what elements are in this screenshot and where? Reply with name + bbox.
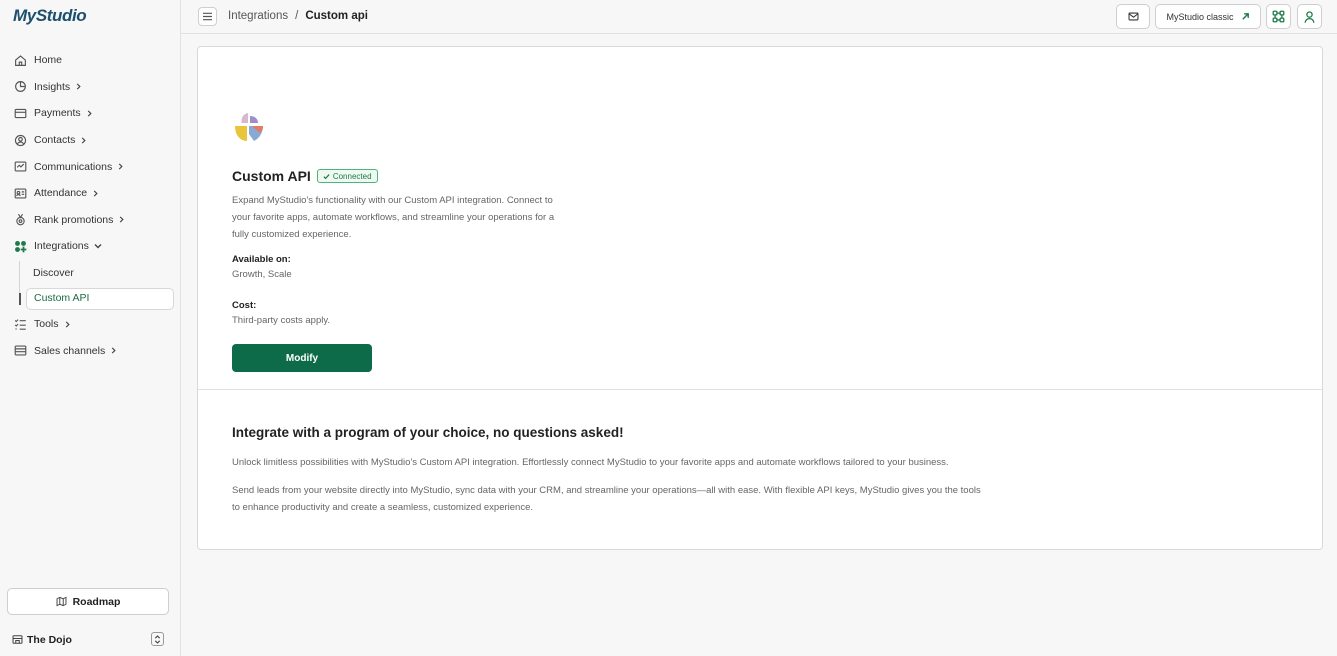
list-check-icon [13,317,27,331]
sidebar-item-label: Payments [34,107,81,120]
store-icon [12,634,23,645]
user-icon [1303,10,1316,24]
chevron-right-icon [110,347,117,354]
chevron-right-icon [92,190,99,197]
scan-icon [1272,10,1285,23]
app-logo[interactable]: MyStudio [13,6,87,26]
workspace-name: The Dojo [27,633,72,646]
integration-header: Custom API Connected [232,168,378,184]
chevron-updown-icon[interactable] [151,632,164,646]
sidebar-subitem-discover[interactable]: Discover [0,260,180,286]
sidebar-subitem-label: Discover [33,266,74,279]
custom-api-logo-icon [232,110,266,144]
map-icon [56,596,67,607]
sidebar-item-integrations[interactable]: Integrations [0,233,180,260]
info-paragraph-1: Unlock limitless possibilities with MySt… [232,457,949,468]
breadcrumb: Integrations / Custom api [228,10,368,22]
chevron-right-icon [75,83,82,90]
mail-button[interactable] [1116,4,1150,29]
workspace-switcher[interactable]: The Dojo [12,631,164,648]
sidebar-item-communications[interactable]: Communications [0,153,180,180]
breadcrumb-integrations[interactable]: Integrations [228,10,288,22]
id-card-icon [13,186,27,200]
roadmap-label: Roadmap [72,595,121,608]
available-on-label: Available on: [232,254,291,265]
check-icon [323,173,330,180]
info-section-title: Integrate with a program of your choice,… [232,425,624,440]
card-icon [13,106,27,120]
external-link-icon [1241,12,1250,21]
integration-name: Custom API [232,168,311,184]
sidebar-item-label: Attendance [34,187,88,200]
sidebar-item-label: Sales channels [34,344,106,357]
sidebar-item-label: Communications [34,160,113,173]
chevron-right-icon [86,110,93,117]
sidebar-item-sales-channels[interactable]: Sales channels [0,337,180,364]
sidebar-item-label: Integrations [34,240,89,253]
sidebar: MyStudio Home Insights Payments Contacts… [0,0,181,656]
breadcrumb-separator: / [295,10,299,22]
info-paragraph-2: Send leads from your website directly in… [232,485,981,513]
sidebar-item-rank-promotions[interactable]: Rank promotions [0,207,180,234]
sidebar-item-home[interactable]: Home [0,47,180,74]
mail-icon [1128,11,1139,22]
card-divider [198,389,1322,390]
sidebar-item-label: Home [34,54,63,67]
status-badge: Connected [316,169,378,183]
mystudio-classic-button[interactable]: MyStudio classic [1155,4,1261,29]
chevron-right-icon [118,216,125,223]
user-circle-icon [13,133,27,147]
menu-toggle-button[interactable] [198,7,217,26]
apps-icon [13,239,27,253]
sidebar-item-label: Contacts [34,134,76,147]
store-icon [13,344,27,358]
cost-label: Cost: [232,300,257,311]
chevron-right-icon [80,137,87,144]
sidebar-subitem-custom-api[interactable]: Custom API [0,285,180,311]
sidebar-item-label: Rank promotions [34,213,114,226]
chevron-right-icon [117,163,124,170]
sidebar-item-label: Insights [34,80,71,93]
sidebar-item-tools[interactable]: Tools [0,311,180,338]
available-on-value: Growth, Scale [232,269,292,280]
profile-button[interactable] [1297,4,1322,29]
cost-value: Third-party costs apply. [232,315,331,326]
medal-icon [13,213,27,227]
sidebar-item-label: Tools [34,318,59,331]
modify-button[interactable]: Modify [232,344,372,372]
breadcrumb-current: Custom api [305,10,368,22]
home-icon [13,53,27,67]
chevron-down-icon [94,242,102,250]
sidebar-nav: Home Insights Payments Contacts Communic… [0,47,180,364]
classic-label: MyStudio classic [1166,11,1234,22]
chevron-right-icon [64,320,71,328]
topbar: Integrations / Custom api MyStudio class… [181,0,1337,34]
integration-card: Custom API Connected Expand MyStudio's f… [197,46,1323,550]
status-label: Connected [332,171,372,181]
pie-chart-icon [13,80,27,94]
hamburger-icon [202,12,213,21]
sidebar-item-attendance[interactable]: Attendance [0,180,180,207]
message-icon [13,160,27,174]
roadmap-button[interactable]: Roadmap [7,588,169,615]
integration-description: Expand MyStudio's functionality with our… [232,195,555,240]
qr-scan-button[interactable] [1266,4,1291,29]
sidebar-item-contacts[interactable]: Contacts [0,127,180,154]
sidebar-subitem-label: Custom API [34,292,90,304]
sidebar-item-insights[interactable]: Insights [0,74,180,101]
sidebar-item-payments[interactable]: Payments [0,100,180,127]
